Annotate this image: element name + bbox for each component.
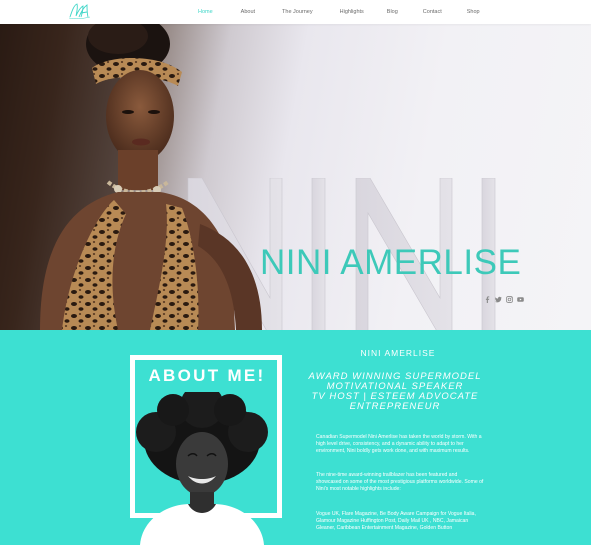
about-roles: AWARD WINNING SUPERMODEL MOTIVATIONAL SP…: [300, 372, 490, 412]
social-bar: [484, 296, 524, 303]
role-line: ENTREPRENEUR: [349, 401, 441, 412]
nav-about[interactable]: About: [231, 5, 265, 19]
about-heading: ABOUT ME!: [148, 366, 266, 385]
nav-blog[interactable]: Blog: [377, 5, 408, 19]
page: Home About The Journey Highlights Blog C…: [0, 0, 591, 545]
nav-highlights[interactable]: Highlights: [330, 5, 374, 19]
about-photo-graphic: [136, 384, 268, 545]
about-paragraph: Vogue UK, Flare Magazine, Be Body Aware …: [316, 511, 476, 532]
about-photo: [118, 384, 286, 545]
about-section: ABOUT ME! NINI AMERLISE AWARD WINNING SU…: [0, 330, 591, 545]
hero-model-photo: [0, 24, 330, 330]
about-name: NINI AMERLISE: [360, 348, 436, 358]
nav-shop[interactable]: Shop: [457, 5, 490, 19]
site-logo[interactable]: [66, 1, 92, 21]
model-photo-graphic: [0, 24, 330, 330]
facebook-icon[interactable]: [484, 296, 491, 303]
about-paragraph: Canadian Supermodel Nini Amerlise has ta…: [316, 434, 482, 455]
hero-section: NINI AMERLISE: [0, 24, 591, 330]
hero-title: NINI AMERLISE: [260, 243, 522, 282]
main-nav: Home About The Journey Highlights Blog C…: [188, 0, 490, 24]
twitter-icon[interactable]: [495, 296, 502, 303]
nav-contact[interactable]: Contact: [413, 5, 452, 19]
nav-the-journey[interactable]: The Journey: [272, 5, 323, 19]
youtube-icon[interactable]: [517, 296, 524, 303]
logo-monogram-icon: [68, 3, 91, 19]
nav-home[interactable]: Home: [188, 5, 223, 19]
instagram-icon[interactable]: [506, 296, 513, 303]
site-header: Home About The Journey Highlights Blog C…: [0, 0, 591, 24]
about-paragraph: The nine-time award-winning trailblazer …: [316, 472, 484, 493]
